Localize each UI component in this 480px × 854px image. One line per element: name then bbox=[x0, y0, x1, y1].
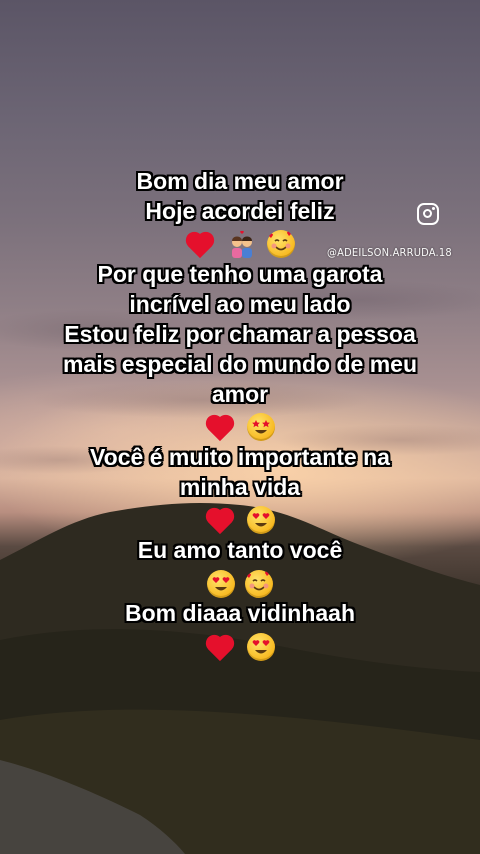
message-line: Hoje acordei feliz bbox=[145, 198, 335, 224]
emoji-row bbox=[0, 565, 480, 598]
star-struck-icon bbox=[246, 413, 275, 442]
message-line: Bom dia meu amor bbox=[136, 168, 344, 194]
message-line: Eu amo tanto você bbox=[137, 537, 343, 564]
emoji-row bbox=[0, 409, 480, 442]
message-line: Você é muito importante na bbox=[90, 444, 390, 471]
message-line: Bom diaaa vidinhaah bbox=[124, 600, 356, 627]
emoji-row bbox=[0, 502, 480, 535]
message-line: amor bbox=[211, 381, 269, 408]
message-line: Por que tenho uma garota bbox=[97, 261, 383, 288]
love-message: Bom dia meu amor Hoje acordei feliz Por … bbox=[0, 166, 480, 662]
emoji-row bbox=[0, 628, 480, 661]
message-line: Estou feliz por chamar a pessoa bbox=[64, 321, 416, 348]
message-line: mais especial do mundo de meu bbox=[62, 351, 418, 378]
message-line: minha vida bbox=[179, 474, 301, 501]
heart-eyes-icon bbox=[246, 506, 275, 535]
heart-eyes-icon bbox=[207, 569, 236, 598]
red-heart-icon bbox=[205, 505, 237, 535]
smiling-face-with-hearts-icon bbox=[244, 569, 273, 598]
heart-eyes-icon bbox=[246, 632, 275, 661]
story-frame: @ADEILSON.ARRUDA.18 Bom dia meu amor Hoj… bbox=[0, 0, 480, 854]
red-heart-icon bbox=[205, 632, 237, 662]
couple-with-heart-icon bbox=[226, 229, 258, 259]
message-line: incrível ao meu lado bbox=[129, 291, 351, 318]
emoji-row bbox=[0, 226, 480, 259]
red-heart-icon bbox=[185, 229, 217, 259]
red-heart-icon bbox=[205, 412, 237, 442]
smiling-face-with-hearts-icon bbox=[267, 230, 296, 259]
